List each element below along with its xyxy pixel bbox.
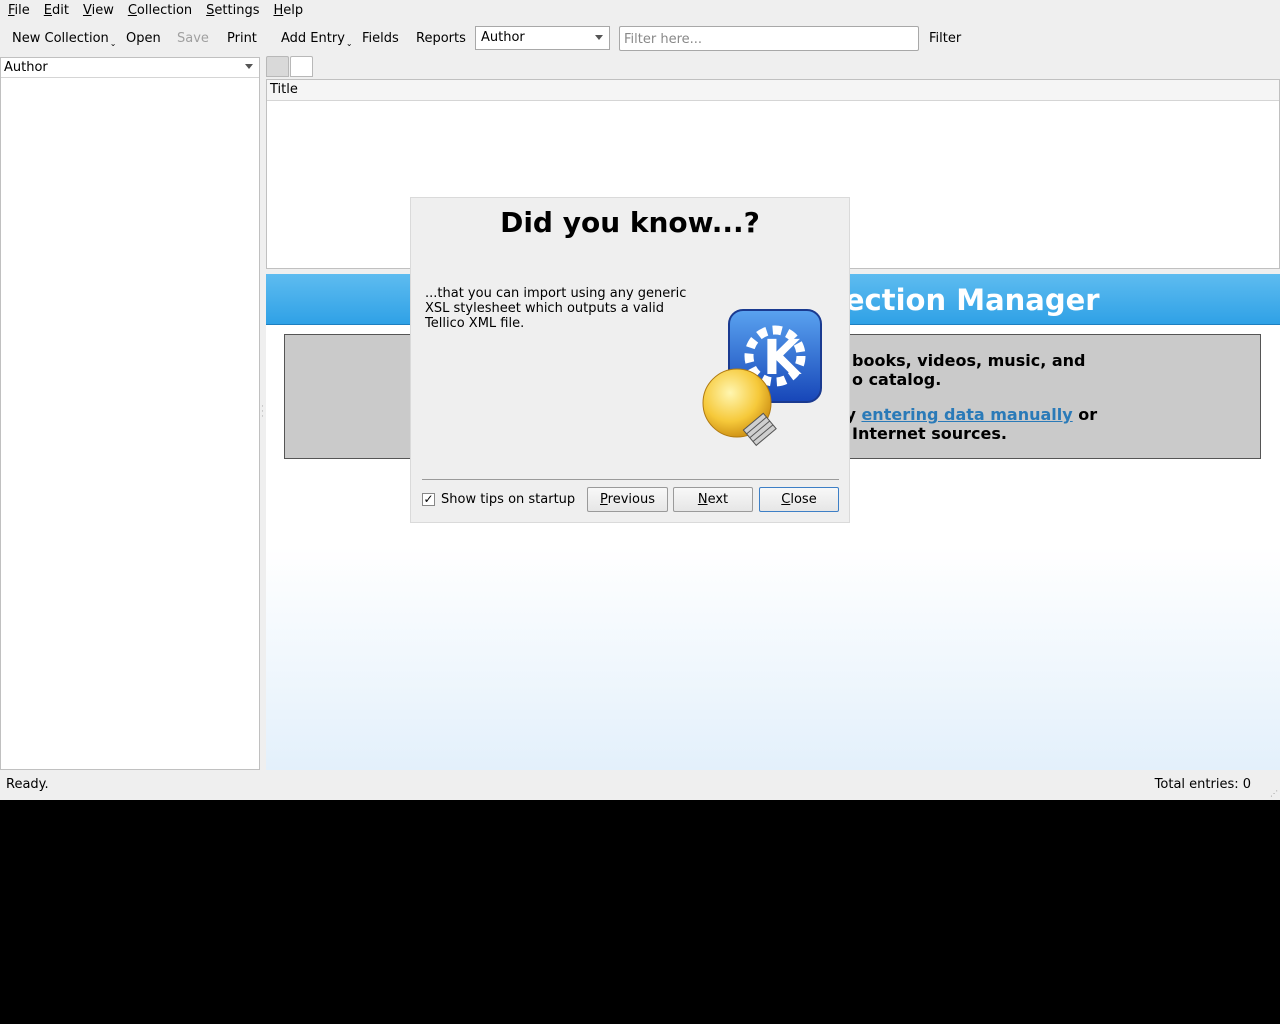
welcome-text-line2: o catalog.: [852, 370, 942, 389]
resize-grip-icon[interactable]: ⋰: [1270, 789, 1278, 798]
tab-2[interactable]: [290, 56, 313, 77]
welcome-banner-title: llection Manager: [825, 283, 1100, 317]
welcome-text-line4: Internet sources.: [852, 424, 1007, 443]
column-header-title[interactable]: Title: [267, 80, 1279, 101]
open-button[interactable]: Open: [126, 29, 161, 49]
svg-text:K: K: [763, 330, 802, 386]
chevron-down-icon: [595, 35, 603, 40]
total-entries-count: Total entries: 0: [1154, 777, 1251, 792]
filter-button[interactable]: Filter: [929, 29, 961, 49]
menu-settings[interactable]: Settings: [199, 0, 266, 22]
dropdown-indicator-icon: ⌄: [109, 39, 117, 48]
status-bar: Ready. Total entries: 0 ⋰: [0, 770, 1280, 800]
status-text: Ready.: [6, 777, 49, 792]
menu-collection[interactable]: Collection: [121, 0, 199, 22]
entering-data-manually-link[interactable]: entering data manually: [861, 405, 1072, 424]
dropdown-indicator-icon: ⌄: [345, 39, 353, 48]
menu-view[interactable]: View: [76, 0, 121, 22]
previous-button[interactable]: Previous: [587, 487, 668, 512]
tab-1[interactable]: [266, 56, 289, 77]
splitter-handle[interactable]: · · ·: [261, 403, 264, 425]
column-header-label: Title: [270, 82, 298, 97]
welcome-text-line3: by entering data manually or: [834, 405, 1098, 424]
group-by-value: Author: [481, 30, 525, 45]
tip-of-the-day-dialog: Did you know...? ...that you can import …: [410, 197, 850, 523]
tip-text: ...that you can import using any generic…: [425, 286, 687, 331]
reports-button[interactable]: Reports: [416, 29, 466, 49]
add-entry-button[interactable]: Add Entry⌄: [281, 29, 353, 49]
close-button[interactable]: Close: [759, 487, 839, 512]
kde-lightbulb-icon: K: [702, 309, 822, 447]
group-header-label: Author: [4, 60, 48, 75]
next-button[interactable]: Next: [673, 487, 753, 512]
menu-edit[interactable]: Edit: [37, 0, 76, 22]
print-button[interactable]: Print: [227, 29, 257, 49]
group-header[interactable]: Author: [1, 58, 259, 78]
menu-file[interactable]: File: [0, 0, 37, 22]
show-tips-label[interactable]: Show tips on startup: [441, 492, 575, 507]
fields-button[interactable]: Fields: [362, 29, 399, 49]
show-tips-checkbox[interactable]: ✓: [422, 493, 435, 506]
menubar: File Edit View Collection Settings Help: [0, 0, 1280, 22]
dialog-separator: [422, 479, 839, 480]
group-by-combo[interactable]: Author: [475, 26, 610, 50]
dialog-title: Did you know...?: [500, 206, 760, 239]
chevron-down-icon: [245, 64, 253, 69]
filter-input[interactable]: Filter here...: [619, 26, 919, 51]
menu-help[interactable]: Help: [266, 0, 310, 22]
welcome-text-line1: books, videos, music, and: [852, 351, 1086, 370]
save-button[interactable]: Save: [177, 29, 209, 49]
group-view-panel[interactable]: Author: [0, 57, 260, 770]
new-collection-button[interactable]: New Collection⌄: [12, 29, 117, 49]
